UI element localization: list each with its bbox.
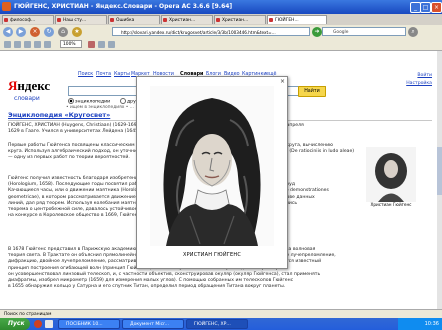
panel-icon[interactable] <box>98 41 105 48</box>
huygens-portrait <box>150 86 274 246</box>
clock[interactable]: 10:36 <box>425 321 439 327</box>
go-button[interactable]: ➜ <box>312 27 322 37</box>
radio-unchecked-icon <box>120 98 126 104</box>
page-icon <box>163 18 167 22</box>
close-icon[interactable]: × <box>280 78 285 85</box>
window-title: ГЮЙГЕНС, ХРИСТИАН - Яндекс.Словари - Ope… <box>14 3 233 10</box>
open-icon[interactable] <box>14 41 21 48</box>
search-scope-text: • ищем в энциклопедиях • ... <box>66 105 134 110</box>
lightbox-caption: ХРИСТИАН ГЮЙГЕНС <box>182 252 242 258</box>
tab-4[interactable]: Христиан... <box>161 15 213 24</box>
portrait-thumbnail[interactable] <box>366 147 416 202</box>
radio-encyclopedias[interactable]: энциклопедии <box>68 98 110 105</box>
zoom-select[interactable]: 100% <box>60 40 82 48</box>
tab-active[interactable]: ГЮЙГЕН... <box>267 15 327 24</box>
close-window-button[interactable]: × <box>431 2 442 13</box>
taskbar-item-active[interactable]: ГЮЙГЕНС, ХР... <box>186 319 248 329</box>
system-tray: 10:36 <box>398 318 442 330</box>
page-icon <box>57 18 61 22</box>
opera-icon <box>2 2 11 11</box>
quicklaunch-icon[interactable] <box>45 320 53 328</box>
window-titlebar[interactable]: ГЮЙГЕНС, ХРИСТИАН - Яндекс.Словари - Ope… <box>0 0 442 14</box>
yandex-logo[interactable]: Яндекс <box>8 78 50 94</box>
page-icon <box>4 18 8 22</box>
status-text: Поиск по страницам <box>4 312 52 317</box>
quicklaunch-icon[interactable] <box>34 320 42 328</box>
nav-link[interactable]: Почта <box>96 72 111 77</box>
page-icon <box>216 18 220 22</box>
tab-3[interactable]: Ошибка <box>108 15 160 24</box>
section-title[interactable]: Энциклопедия «Кругосвет» <box>8 111 110 119</box>
save-icon[interactable] <box>24 41 31 48</box>
nav-link[interactable]: Поиск <box>78 72 93 77</box>
taskbar-item[interactable]: ПОСІБНИК 10... <box>58 319 120 329</box>
thumbnail-caption: Христиан Гюйгенс <box>370 202 412 207</box>
search-engine-input[interactable]: Google <box>322 27 406 36</box>
taskbar-item[interactable]: Документ Micr... <box>122 319 184 329</box>
radio-checked-icon <box>68 98 74 104</box>
windows-taskbar: Пуск ПОСІБНИК 10... Документ Micr... ГЮЙ… <box>0 318 442 330</box>
logo-subtitle[interactable]: словари <box>14 95 40 102</box>
login-link[interactable]: Войти <box>392 72 432 80</box>
start-button[interactable]: Пуск <box>0 318 30 330</box>
stop-icon[interactable]: × <box>30 27 40 37</box>
bookmarks-icon[interactable]: ★ <box>72 27 82 37</box>
tab-2[interactable]: Наш сту... <box>55 15 107 24</box>
account-links: Войти Настройка <box>392 72 432 88</box>
nav-link[interactable]: Карты <box>114 72 130 77</box>
home-button[interactable]: ⌂ <box>58 27 68 37</box>
feeds-icon[interactable] <box>108 41 115 48</box>
back-button[interactable]: ◀ <box>3 27 13 37</box>
page-scrollbar[interactable] <box>437 51 442 309</box>
address-bar[interactable]: http://slovari.yandex.ru/dict/krugosvet/… <box>112 27 310 36</box>
scrollbar-thumb[interactable] <box>437 147 442 195</box>
reload-button[interactable]: ↻ <box>44 27 54 37</box>
settings-link[interactable]: Настройка <box>392 80 432 88</box>
navigation-bar: ◀ ▶ × ↻ ⌂ ★ http://slovari.yandex.ru/dic… <box>0 25 442 40</box>
page-icon <box>269 18 273 22</box>
forward-button[interactable]: ▶ <box>16 27 26 37</box>
tab-5[interactable]: Христиан... <box>214 15 266 24</box>
maximize-button[interactable]: □ <box>420 2 431 13</box>
print-icon[interactable] <box>34 41 41 48</box>
find-icon[interactable] <box>44 41 51 48</box>
search-icon[interactable]: ⌕ <box>408 27 418 37</box>
toolbar: 100% <box>0 39 442 51</box>
find-button[interactable]: Найти <box>298 86 326 97</box>
new-page-icon[interactable] <box>4 41 11 48</box>
images-icon[interactable] <box>88 41 95 48</box>
page-icon <box>110 18 114 22</box>
image-lightbox[interactable]: × ХРИСТИАН ГЮЙГЕНС <box>136 76 288 269</box>
tab-1[interactable]: философ... <box>2 15 54 24</box>
